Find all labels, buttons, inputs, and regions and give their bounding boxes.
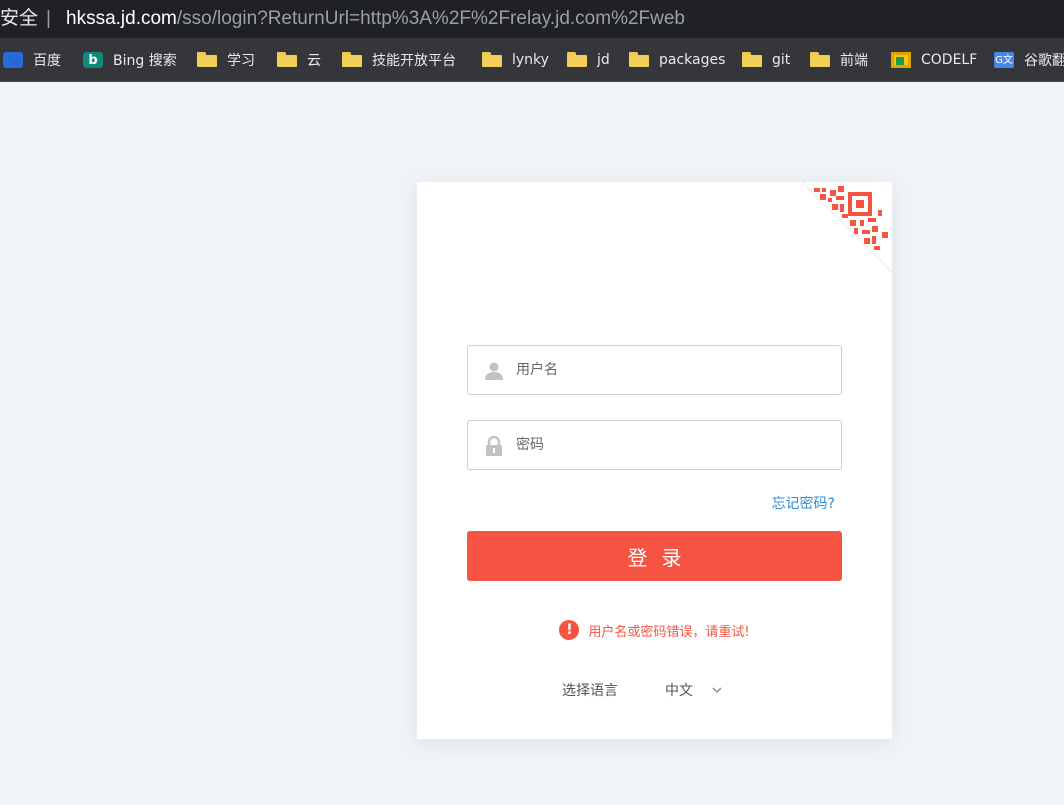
bing-icon: b <box>83 52 103 68</box>
bookmark-label: packages <box>659 52 726 68</box>
user-icon <box>485 362 503 380</box>
language-dropdown[interactable]: 中文 <box>665 680 723 700</box>
url-text[interactable]: hkssa.jd.com/sso/login?ReturnUrl=http%3A… <box>66 0 685 38</box>
bookmark-baidu[interactable]: 🐾 百度 <box>3 38 61 81</box>
folder-icon <box>742 52 762 68</box>
baidu-icon: 🐾 <box>3 52 23 68</box>
folder-icon <box>629 52 649 68</box>
lock-icon <box>486 436 502 456</box>
bookmark-google-translate[interactable]: G文 谷歌翻 <box>994 38 1064 81</box>
folder-icon <box>810 52 830 68</box>
address-separator: | <box>46 8 51 29</box>
chevron-down-icon <box>712 687 722 694</box>
language-selected: 中文 <box>665 683 693 699</box>
password-input[interactable] <box>516 421 836 469</box>
folder-icon <box>342 52 362 68</box>
bookmark-folder-jd[interactable]: jd <box>567 38 610 81</box>
google-translate-icon: G文 <box>994 52 1014 68</box>
bookmark-label: 谷歌翻 <box>1024 53 1064 69</box>
error-text: 用户名或密码错误，请重试! <box>588 624 750 640</box>
bookmark-label: lynky <box>512 52 549 68</box>
error-message: ! 用户名或密码错误，请重试! <box>417 620 892 640</box>
bookmark-bing[interactable]: b Bing 搜索 <box>83 38 177 81</box>
bookmark-label: jd <box>597 52 610 68</box>
bookmark-folder-packages[interactable]: packages <box>629 38 726 81</box>
language-label: 选择语言 <box>562 683 618 699</box>
login-card: 忘记密码? 登录 ! 用户名或密码错误，请重试! 选择语言 中文 <box>417 182 892 739</box>
error-icon: ! <box>559 620 580 640</box>
bookmark-folder-study[interactable]: 学习 <box>197 38 255 81</box>
bookmark-label: git <box>772 52 791 68</box>
bookmark-label: 百度 <box>33 53 61 69</box>
bookmark-label: 技能开放平台 <box>372 53 456 69</box>
bookmark-folder-frontend[interactable]: 前端 <box>810 38 868 81</box>
bookmark-folder-lynky[interactable]: lynky <box>482 38 549 81</box>
password-field[interactable] <box>467 420 842 470</box>
bookmarks-bar: 🐾 百度 b Bing 搜索 学习 云 技能开放平台 lynky jd pack… <box>0 38 1064 82</box>
bookmark-folder-git[interactable]: git <box>742 38 791 81</box>
address-bar[interactable]: 安全 | hkssa.jd.com/sso/login?ReturnUrl=ht… <box>0 0 1064 38</box>
security-label[interactable]: 安全 <box>0 0 38 38</box>
bookmark-label: Bing 搜索 <box>113 53 177 69</box>
codelf-icon <box>891 52 911 68</box>
forgot-password-link[interactable]: 忘记密码? <box>772 493 835 513</box>
login-button[interactable]: 登录 <box>467 531 842 581</box>
username-input[interactable] <box>516 346 836 394</box>
url-path: /sso/login?ReturnUrl=http%3A%2F%2Frelay.… <box>176 8 685 29</box>
bookmark-label: 学习 <box>227 53 255 69</box>
bookmark-folder-skill-platform[interactable]: 技能开放平台 <box>342 38 456 81</box>
url-host: hkssa.jd.com <box>66 8 177 29</box>
bookmark-codelf[interactable]: CODELF <box>891 38 978 81</box>
folder-icon <box>567 52 587 68</box>
bookmark-folder-cloud[interactable]: 云 <box>277 38 321 81</box>
qr-code-icon[interactable] <box>802 182 892 272</box>
folder-icon <box>197 52 217 68</box>
bookmark-label: 前端 <box>840 53 868 69</box>
folder-icon <box>482 52 502 68</box>
folder-icon <box>277 52 297 68</box>
bookmark-label: 云 <box>307 53 321 69</box>
username-field[interactable] <box>467 345 842 395</box>
bookmark-label: CODELF <box>921 52 978 68</box>
